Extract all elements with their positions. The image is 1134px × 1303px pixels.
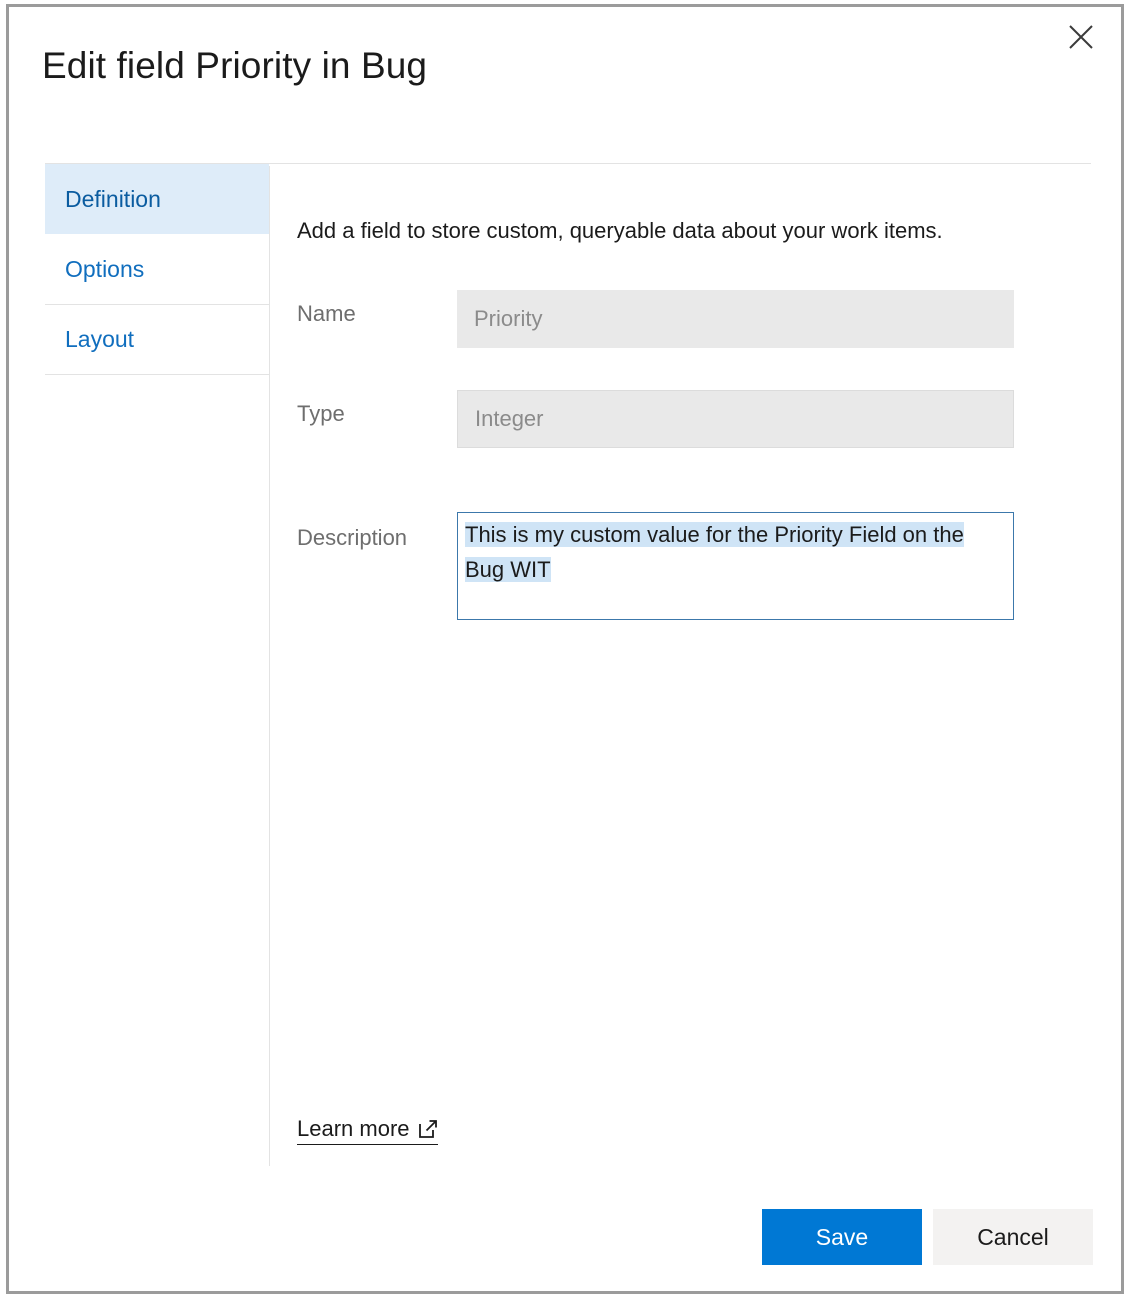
name-field-label: Name — [297, 290, 457, 327]
type-field-row: Type Integer — [297, 390, 1014, 448]
description-field-row: Description This is my custom value for … — [297, 512, 1014, 620]
cancel-button[interactable]: Cancel — [933, 1209, 1093, 1265]
edit-field-dialog: Edit field Priority in Bug Definition Op… — [6, 4, 1124, 1294]
close-icon — [1067, 23, 1095, 51]
sidebar-bottom-divider — [45, 374, 269, 375]
dialog-header: Edit field Priority in Bug — [9, 7, 1121, 157]
save-button[interactable]: Save — [762, 1209, 922, 1265]
name-field-row: Name Priority — [297, 290, 1014, 348]
main-content: Add a field to store custom, queryable d… — [297, 164, 1087, 1291]
sidebar-item-options[interactable]: Options — [45, 234, 269, 304]
close-button[interactable] — [1059, 15, 1103, 59]
learn-more-label: Learn more — [297, 1116, 410, 1142]
description-field-label: Description — [297, 512, 457, 551]
intro-description: Add a field to store custom, queryable d… — [297, 218, 943, 244]
sidebar-item-label: Definition — [65, 186, 161, 213]
type-input[interactable]: Integer — [457, 390, 1014, 448]
sidebar-content-divider — [269, 166, 270, 1166]
dialog-body: Definition Options Layout Add a field to… — [9, 164, 1121, 1291]
type-field-label: Type — [297, 390, 457, 427]
name-input[interactable]: Priority — [457, 290, 1014, 348]
sidebar-item-layout[interactable]: Layout — [45, 304, 269, 374]
sidebar-item-label: Layout — [65, 326, 134, 353]
description-textarea[interactable]: This is my custom value for the Priority… — [457, 512, 1014, 620]
external-link-icon — [418, 1119, 438, 1139]
sidebar: Definition Options Layout — [45, 164, 269, 375]
description-selected-text: This is my custom value for the Priority… — [465, 522, 964, 582]
sidebar-item-definition[interactable]: Definition — [45, 164, 269, 234]
learn-more-link[interactable]: Learn more — [297, 1116, 438, 1145]
sidebar-item-label: Options — [65, 256, 144, 283]
page-title: Edit field Priority in Bug — [42, 45, 427, 87]
dialog-footer: Save Cancel — [762, 1209, 1093, 1265]
